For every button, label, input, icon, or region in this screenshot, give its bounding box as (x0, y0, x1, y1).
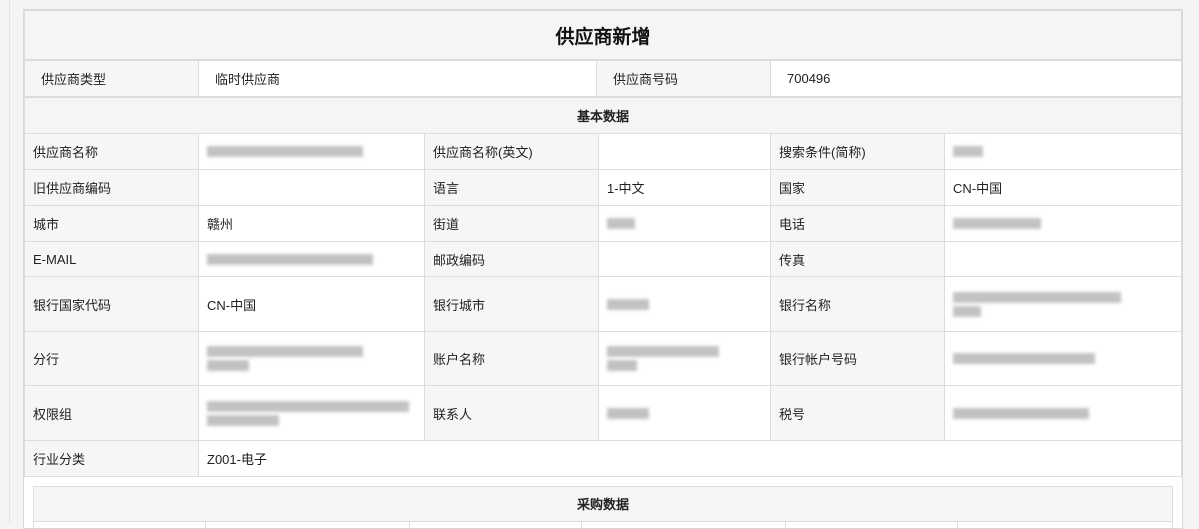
supplier-type-label: 供应商类型 (24, 60, 199, 97)
industry-label: 行业分类 (24, 440, 199, 477)
street-value[interactable] (598, 205, 771, 242)
supplier-code-value[interactable]: 700496 (770, 60, 1182, 97)
basic-data-header: 基本数据 (24, 97, 1182, 134)
phone-value[interactable] (944, 205, 1182, 242)
email-label: E-MAIL (24, 241, 199, 277)
branch-value[interactable] (198, 331, 425, 386)
branch-label: 分行 (24, 331, 199, 386)
postal-code-label: 邮政编码 (424, 241, 599, 277)
tax-number-label: 税号 (770, 385, 945, 441)
redacted-text (607, 407, 762, 419)
supplier-name-en-label: 供应商名称(英文) (424, 133, 599, 170)
language-label: 语言 (424, 169, 599, 206)
supplier-title-table: 供应商新增 (24, 10, 1182, 60)
city-value[interactable]: 赣州 (198, 205, 425, 242)
country-label: 国家 (770, 169, 945, 206)
table-cell (786, 522, 958, 528)
phone-label: 电话 (770, 205, 945, 242)
page-left-divider (9, 0, 10, 523)
authorization-group-value[interactable] (198, 385, 425, 441)
bank-city-value[interactable] (598, 276, 771, 332)
redacted-text (953, 407, 1173, 419)
country-value[interactable]: CN-中国 (944, 169, 1182, 206)
contact-person-label: 联系人 (424, 385, 599, 441)
redacted-text (953, 291, 1173, 317)
old-supplier-code-label: 旧供应商编码 (24, 169, 199, 206)
redacted-text (207, 400, 416, 426)
supplier-name-en-value[interactable] (598, 133, 771, 170)
account-number-label: 银行帐户号码 (770, 331, 945, 386)
bank-name-value[interactable] (944, 276, 1182, 332)
search-term-value[interactable] (944, 133, 1182, 170)
table-cell (410, 522, 582, 528)
language-value[interactable]: 1-中文 (598, 169, 771, 206)
email-value[interactable] (198, 241, 425, 277)
redacted-text (953, 353, 1173, 364)
redacted-text (953, 218, 1173, 229)
purchase-data-header: 采购数据 (34, 487, 1172, 522)
account-name-value[interactable] (598, 331, 771, 386)
industry-value[interactable]: Z001-电子 (198, 440, 1182, 477)
table-cell (34, 522, 206, 528)
search-term-label: 搜索条件(简称) (770, 133, 945, 170)
supplier-name-value[interactable] (198, 133, 425, 170)
redacted-text (207, 346, 416, 371)
table-cell (206, 522, 410, 528)
bank-country-value[interactable]: CN-中国 (198, 276, 425, 332)
redacted-text (607, 218, 762, 229)
tax-number-value[interactable] (944, 385, 1182, 441)
redacted-text (607, 346, 762, 371)
redacted-text (607, 298, 762, 310)
city-label: 城市 (24, 205, 199, 242)
fax-label: 传真 (770, 241, 945, 277)
redacted-text (953, 146, 1173, 157)
authorization-group-label: 权限组 (24, 385, 199, 441)
account-number-value[interactable] (944, 331, 1182, 386)
redacted-text (207, 146, 416, 157)
supplier-type-value[interactable]: 临时供应商 (198, 60, 597, 97)
redacted-text (207, 253, 416, 265)
supplier-type-table: 供应商类型 临时供应商 供应商号码 700496 (24, 60, 1182, 97)
old-supplier-code-value[interactable] (198, 169, 425, 206)
contact-person-value[interactable] (598, 385, 771, 441)
bank-country-label: 银行国家代码 (24, 276, 199, 332)
table-cell (582, 522, 786, 528)
bank-city-label: 银行城市 (424, 276, 599, 332)
street-label: 街道 (424, 205, 599, 242)
supplier-code-label: 供应商号码 (596, 60, 771, 97)
account-name-label: 账户名称 (424, 331, 599, 386)
page-title: 供应商新增 (24, 10, 1182, 60)
bank-name-label: 银行名称 (770, 276, 945, 332)
fax-value[interactable] (944, 241, 1182, 277)
supplier-form: 供应商新增 供应商类型 临时供应商 供应商号码 700496 基本数据 供应商名… (23, 9, 1183, 529)
postal-code-value[interactable] (598, 241, 771, 277)
purchase-data-row (34, 522, 1172, 528)
basic-data-table: 基本数据 供应商名称 供应商名称(英文) 搜索条件(简称) 旧供应商编码 语言 … (24, 97, 1182, 477)
supplier-name-label: 供应商名称 (24, 133, 199, 170)
